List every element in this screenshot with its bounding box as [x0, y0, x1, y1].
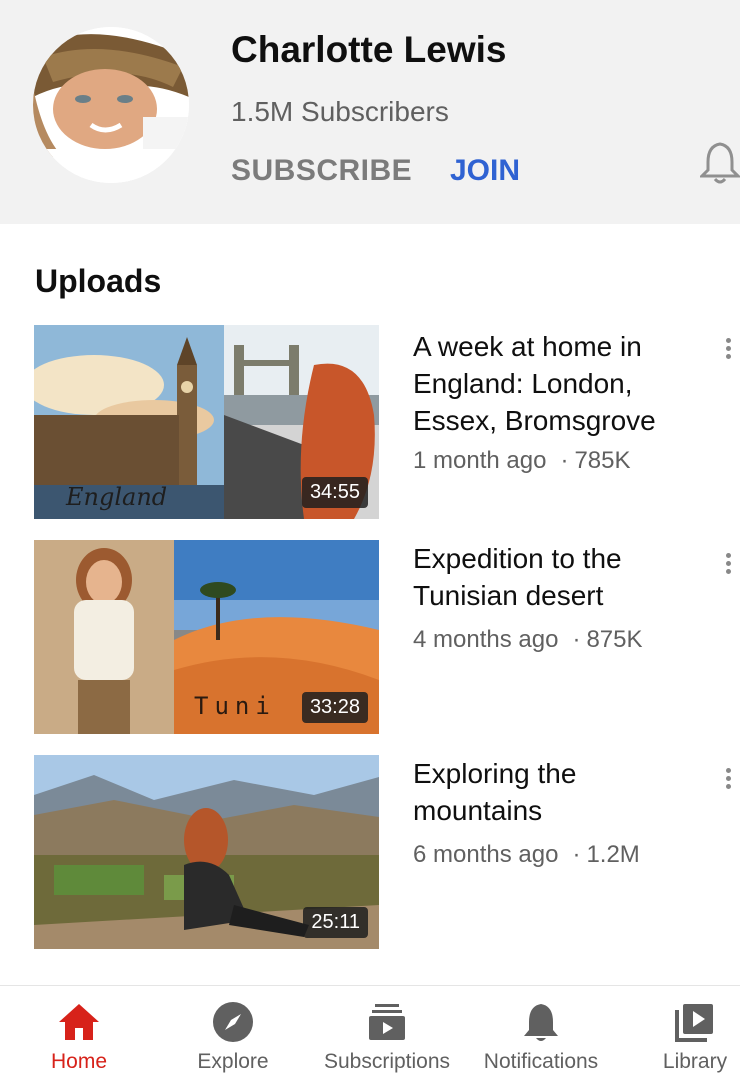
nav-subscriptions[interactable]: Subscriptions — [318, 986, 456, 1083]
video-duration: 25:11 — [303, 907, 368, 938]
video-duration: 34:55 — [301, 477, 368, 508]
nav-explore[interactable]: Explore — [182, 986, 284, 1083]
more-options-icon[interactable] — [716, 550, 740, 580]
library-icon — [673, 1000, 717, 1044]
nav-label: Subscriptions — [323, 1050, 451, 1073]
more-options-icon[interactable] — [716, 335, 740, 365]
subscribe-button[interactable]: SUBSCRIBE — [231, 154, 412, 188]
nav-notifications[interactable]: Notifications — [476, 986, 606, 1083]
nav-library[interactable]: Library — [652, 986, 738, 1083]
video-title[interactable]: A week at home in England: London, Essex… — [413, 328, 693, 439]
nav-label: Notifications — [483, 1050, 599, 1073]
video-meta: 4 months ago · 875K — [413, 626, 643, 654]
video-thumbnail[interactable]: Tuni 33:28 — [34, 540, 379, 734]
nav-label: Home — [50, 1050, 108, 1073]
channel-avatar[interactable] — [33, 27, 189, 183]
bottom-navigation: Home Explore Subscriptions Notifications… — [0, 985, 740, 1083]
nav-label: Library — [662, 1050, 728, 1073]
more-options-icon[interactable] — [716, 765, 740, 795]
video-views: 875K — [586, 626, 643, 653]
subscriber-count: 1.5M Subscribers — [231, 96, 449, 127]
video-title[interactable]: Exploring the mountains — [413, 755, 693, 829]
video-title[interactable]: Expedition to the Tunisian desert — [413, 540, 693, 614]
video-item[interactable]: England 34:55 A week at home in England:… — [0, 325, 740, 521]
video-thumbnail[interactable]: England 34:55 — [34, 325, 379, 519]
home-icon — [57, 1000, 101, 1044]
compass-icon — [211, 1000, 255, 1044]
video-item[interactable]: 25:11 Exploring the mountains 6 months a… — [0, 755, 740, 951]
video-age: 1 month ago — [413, 447, 547, 474]
meta-separator: · — [572, 841, 581, 868]
video-meta: 1 month ago · 785K — [413, 447, 631, 475]
nav-label: Explore — [197, 1050, 269, 1073]
channel-name: Charlotte Lewis — [231, 29, 507, 70]
channel-header: Charlotte Lewis 1.5M Subscribers SUBSCRI… — [0, 0, 740, 224]
video-age: 6 months ago — [413, 841, 559, 868]
video-meta: 6 months ago · 1.2M — [413, 841, 640, 869]
video-views: 785K — [574, 447, 631, 474]
bell-icon — [519, 1000, 563, 1044]
nav-home[interactable]: Home — [28, 986, 130, 1083]
uploads-heading: Uploads — [35, 263, 162, 299]
notification-bell-icon[interactable] — [698, 138, 740, 186]
thumbnail-caption: England — [66, 483, 168, 511]
subscriptions-icon — [365, 1000, 409, 1044]
thumbnail-caption: Tuni — [194, 692, 276, 720]
video-item[interactable]: Tuni 33:28 Expedition to the Tunisian de… — [0, 540, 740, 736]
video-views: 1.2M — [586, 841, 640, 868]
video-duration: 33:28 — [301, 692, 368, 723]
meta-separator: · — [560, 447, 569, 474]
join-button[interactable]: JOIN — [450, 154, 520, 188]
video-age: 4 months ago — [413, 626, 559, 653]
meta-separator: · — [572, 626, 581, 653]
video-thumbnail[interactable]: 25:11 — [34, 755, 379, 949]
